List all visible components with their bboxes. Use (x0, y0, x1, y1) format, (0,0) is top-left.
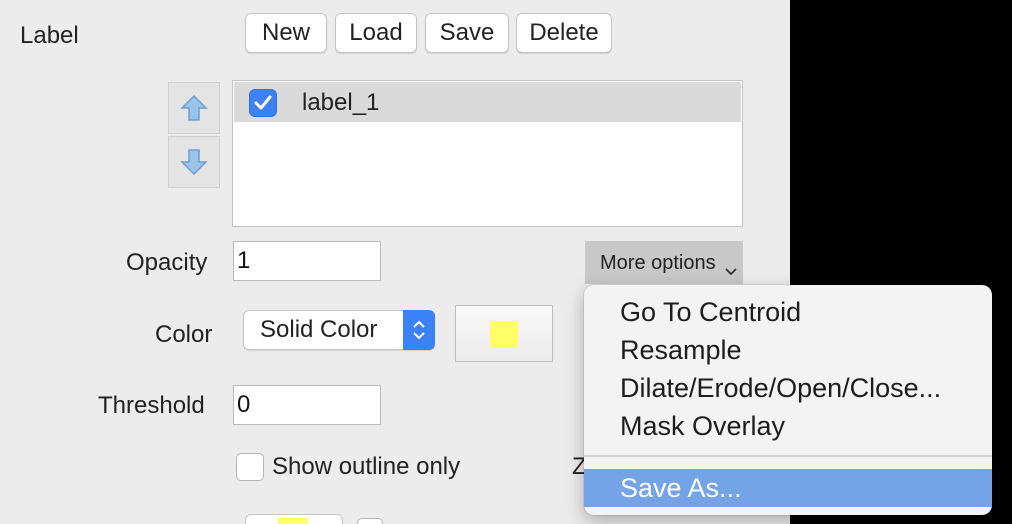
opacity-input[interactable]: 1 (233, 241, 381, 281)
checkmark-icon (254, 95, 272, 110)
secondary-color-swatch (278, 518, 308, 524)
opacity-label: Opacity (126, 249, 208, 276)
color-swatch (490, 320, 518, 347)
up-down-chevron-icon (413, 320, 425, 340)
threshold-label: Threshold (98, 392, 205, 419)
delete-button[interactable]: Delete (516, 13, 612, 53)
load-button[interactable]: Load (335, 13, 417, 53)
secondary-checkbox[interactable] (357, 518, 383, 524)
menu-item-resample[interactable]: Resample (584, 331, 992, 369)
move-down-button[interactable] (168, 136, 220, 188)
menu-item-dilate-erode[interactable]: Dilate/Erode/Open/Close... (584, 369, 992, 407)
more-options-button[interactable]: More options (585, 241, 743, 284)
label-visible-checkbox[interactable] (249, 89, 277, 117)
color-mode-select[interactable]: Solid Color (243, 310, 435, 350)
save-button[interactable]: Save (425, 13, 509, 53)
color-mode-value: Solid Color (260, 316, 378, 343)
list-item-label: label_1 (302, 89, 380, 116)
color-label: Color (155, 321, 213, 348)
show-outline-label: Show outline only (272, 453, 461, 480)
new-button[interactable]: New (245, 13, 327, 53)
menu-separator (584, 455, 992, 457)
move-up-button[interactable] (168, 82, 220, 134)
label-list[interactable]: label_1 (232, 80, 743, 227)
arrow-down-icon (180, 149, 208, 176)
list-item[interactable]: label_1 (234, 82, 741, 122)
menu-item-mask-overlay[interactable]: Mask Overlay (584, 407, 992, 445)
chevron-down-icon (725, 268, 737, 276)
color-swatch-button[interactable] (455, 305, 553, 362)
menu-item-save-as[interactable]: Save As... (584, 469, 992, 507)
more-options-menu: Go To Centroid Resample Dilate/Erode/Ope… (584, 285, 992, 515)
select-stepper (403, 310, 435, 350)
section-label: Label (20, 22, 79, 49)
secondary-color-button[interactable] (245, 514, 343, 524)
menu-item-go-to-centroid[interactable]: Go To Centroid (584, 293, 992, 331)
threshold-input[interactable]: 0 (233, 385, 381, 425)
arrow-up-icon (180, 94, 208, 121)
more-options-label: More options (600, 252, 716, 274)
show-outline-checkbox[interactable] (236, 453, 264, 481)
